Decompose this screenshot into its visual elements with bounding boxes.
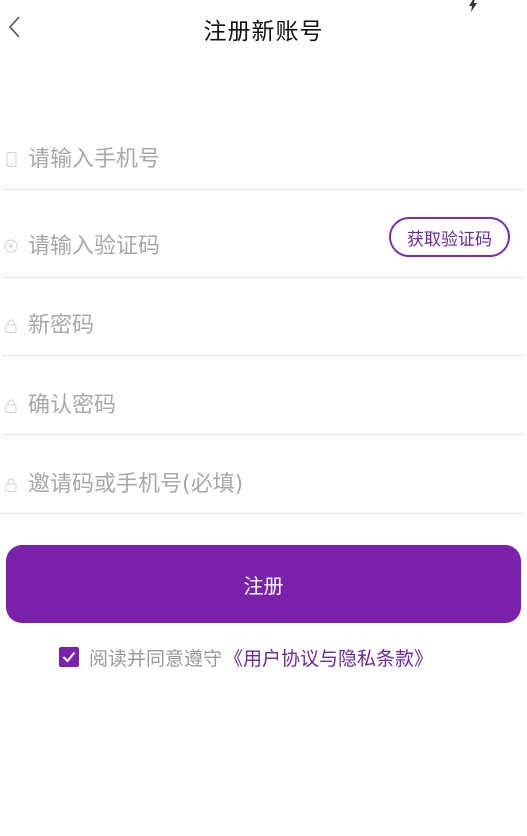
invite-code-input[interactable] [28,464,368,504]
phone-icon [4,151,18,167]
page-title: 注册新账号 [203,19,324,45]
invite-code-row [2,436,524,514]
agreement-row: 阅读并同意遵守 《用户协议与隐私条款》 [59,643,433,671]
get-code-button[interactable]: 获取验证码 [389,217,510,257]
shield-icon [4,238,18,254]
lock-icon [4,477,18,493]
agree-checkbox[interactable] [59,647,79,667]
phone-input[interactable] [28,139,368,179]
code-input[interactable] [28,226,368,266]
lock-icon [4,398,18,414]
lock-icon [4,318,18,334]
code-field-row: 获取验证码 [2,200,524,278]
confirm-password-row [2,357,524,435]
header: 注册新账号 [0,0,527,56]
checkmark-icon [62,651,76,663]
phone-field-row [2,112,524,190]
new-password-row [2,278,524,356]
lightning-icon [469,0,477,12]
agreement-text: 阅读并同意遵守 [89,647,223,670]
register-button[interactable]: 注册 [6,545,521,623]
confirm-password-input[interactable] [28,385,368,425]
new-password-input[interactable] [28,305,368,345]
agreement-link[interactable]: 《用户协议与隐私条款》 [224,644,433,671]
